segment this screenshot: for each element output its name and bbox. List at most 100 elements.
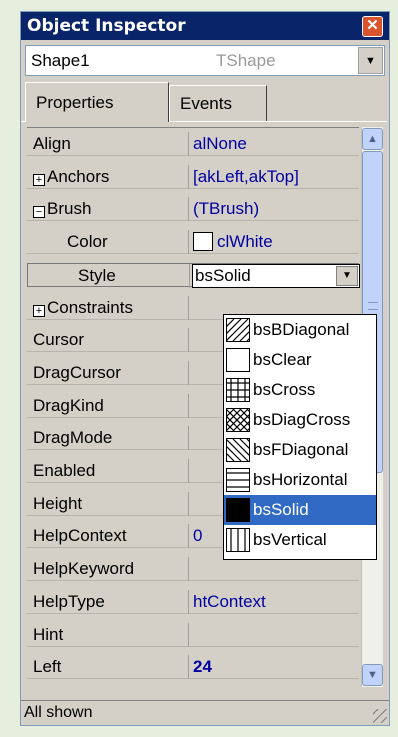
property-name-text: Height bbox=[33, 494, 83, 513]
property-name-text: Anchors bbox=[47, 167, 110, 186]
chevron-down-icon: ▼ bbox=[365, 54, 376, 67]
property-name-text: Constraints bbox=[47, 298, 133, 317]
property-row[interactable]: − Brush (TBrush) bbox=[27, 197, 359, 221]
property-value[interactable]: htContext bbox=[191, 590, 359, 614]
property-name-text: Style bbox=[78, 266, 116, 285]
property-value-text: 24 bbox=[193, 657, 212, 676]
property-name: HelpContext bbox=[27, 524, 189, 548]
style-option-label: bsSolid bbox=[253, 500, 309, 519]
property-name-text: HelpKeyword bbox=[33, 559, 135, 578]
close-icon: ✕ bbox=[366, 17, 379, 34]
property-value-text: clWhite bbox=[217, 232, 273, 251]
property-name: HelpKeyword bbox=[27, 557, 189, 581]
property-name: Left bbox=[27, 655, 189, 679]
chevron-down-icon: ▼ bbox=[367, 669, 378, 681]
style-option[interactable]: bsCross bbox=[224, 375, 376, 405]
property-name-text: Enabled bbox=[33, 461, 96, 480]
scroll-down-button[interactable]: ▼ bbox=[362, 664, 383, 686]
property-row[interactable]: Left 24 bbox=[27, 655, 359, 679]
property-name: Style bbox=[28, 264, 190, 288]
style-option[interactable]: bsBDiagonal bbox=[204, 315, 376, 345]
status-text: All shown bbox=[24, 704, 93, 721]
property-value-text: (TBrush) bbox=[193, 199, 260, 218]
tab-properties-label: Properties bbox=[36, 92, 114, 112]
tab-properties[interactable]: Properties bbox=[25, 82, 169, 122]
expand-icon[interactable]: + bbox=[33, 174, 45, 186]
property-name-text: Brush bbox=[47, 199, 92, 218]
property-name: DragCursor bbox=[27, 361, 189, 385]
grip-icon bbox=[368, 302, 378, 310]
style-value-combo[interactable]: bsSolid ▼ bbox=[192, 264, 360, 288]
property-value[interactable]: (TBrush) bbox=[191, 197, 359, 221]
chevron-down-icon[interactable]: ▼ bbox=[336, 266, 358, 286]
brush-pattern-icon bbox=[226, 498, 250, 522]
close-button[interactable]: ✕ bbox=[362, 16, 383, 37]
property-row[interactable]: Hint bbox=[27, 623, 359, 647]
property-value-text: htContext bbox=[193, 592, 266, 611]
property-row[interactable]: Align alNone bbox=[27, 132, 359, 156]
property-name: DragMode bbox=[27, 426, 189, 450]
property-row[interactable]: Color clWhite bbox=[27, 230, 359, 254]
property-row[interactable]: HelpType htContext bbox=[27, 590, 359, 614]
property-name: Enabled bbox=[27, 459, 189, 483]
title-bar[interactable]: Object Inspector ✕ bbox=[21, 12, 389, 40]
property-name: − Brush bbox=[27, 197, 189, 221]
object-selector[interactable]: Shape1 TShape ▼ bbox=[25, 45, 385, 76]
brush-pattern-icon bbox=[226, 468, 250, 492]
resize-grip-icon[interactable] bbox=[373, 709, 387, 723]
style-option-label: bsVertical bbox=[253, 530, 327, 549]
property-name-text: Left bbox=[33, 657, 62, 676]
property-value[interactable]: [akLeft,akTop] bbox=[191, 165, 359, 189]
property-value-text: 0 bbox=[193, 526, 203, 545]
property-name-text: Color bbox=[67, 232, 108, 251]
style-option[interactable]: bsHorizontal bbox=[224, 465, 376, 495]
property-value[interactable]: alNone bbox=[191, 132, 359, 156]
property-value[interactable] bbox=[191, 557, 359, 581]
property-name-text: Align bbox=[33, 134, 71, 153]
collapse-icon[interactable]: − bbox=[33, 206, 45, 218]
property-name: + Constraints bbox=[27, 296, 189, 320]
style-option[interactable]: bsVertical bbox=[224, 525, 376, 555]
property-name: Height bbox=[27, 492, 189, 516]
property-row[interactable]: HelpKeyword bbox=[27, 557, 359, 581]
style-option[interactable]: bsFDiagonal bbox=[204, 435, 376, 465]
style-dropdown-list: bsBDiagonal bsClear bsCross bsDiagCross bsFD… bbox=[204, 314, 377, 560]
style-option[interactable]: bsSolid bbox=[224, 495, 376, 525]
object-selector-dropdown-button[interactable]: ▼ bbox=[358, 47, 383, 74]
property-name-text: DragMode bbox=[33, 428, 113, 447]
scroll-up-button[interactable]: ▲ bbox=[362, 128, 383, 150]
expand-icon[interactable]: + bbox=[33, 305, 45, 317]
tab-strip: Properties Events bbox=[25, 82, 385, 122]
brush-pattern-icon bbox=[204, 408, 270, 432]
property-name: Cursor bbox=[27, 328, 189, 352]
property-value[interactable]: clWhite bbox=[191, 230, 359, 254]
brush-pattern-icon bbox=[226, 378, 250, 402]
property-value-text: alNone bbox=[193, 134, 247, 153]
property-name-text: DragCursor bbox=[33, 363, 121, 382]
chevron-up-icon: ▲ bbox=[367, 133, 378, 145]
property-row[interactable]: Style bsSolid ▼ bbox=[27, 263, 360, 288]
property-value[interactable] bbox=[191, 623, 359, 647]
style-option-label: bsBDiagonal bbox=[253, 320, 350, 339]
property-name-text: HelpContext bbox=[33, 526, 127, 545]
property-name-text: HelpType bbox=[33, 592, 105, 611]
property-name: Color bbox=[27, 230, 189, 254]
tab-events-label: Events bbox=[180, 93, 232, 113]
property-name-text: Cursor bbox=[33, 330, 85, 349]
property-name: + Anchors bbox=[27, 165, 189, 189]
property-row[interactable]: + Anchors [akLeft,akTop] bbox=[27, 165, 359, 189]
property-name: HelpType bbox=[27, 590, 189, 614]
tab-events[interactable]: Events bbox=[169, 85, 267, 121]
style-option[interactable]: bsClear bbox=[224, 345, 376, 375]
property-name: DragKind bbox=[27, 394, 189, 418]
property-value[interactable]: 24 bbox=[191, 655, 359, 679]
style-option-label: bsFDiagonal bbox=[253, 440, 349, 459]
object-name: Shape1 bbox=[31, 50, 90, 70]
brush-pattern-icon bbox=[226, 348, 250, 372]
property-name-text: Hint bbox=[33, 625, 64, 644]
style-option[interactable]: bsDiagCross bbox=[204, 405, 376, 435]
object-inspector-window: Object Inspector ✕ Shape1 TShape ▼ Prope… bbox=[20, 11, 390, 726]
brush-pattern-icon bbox=[226, 528, 250, 552]
style-option-label: bsDiagCross bbox=[253, 410, 351, 429]
brush-pattern-icon bbox=[204, 318, 270, 342]
